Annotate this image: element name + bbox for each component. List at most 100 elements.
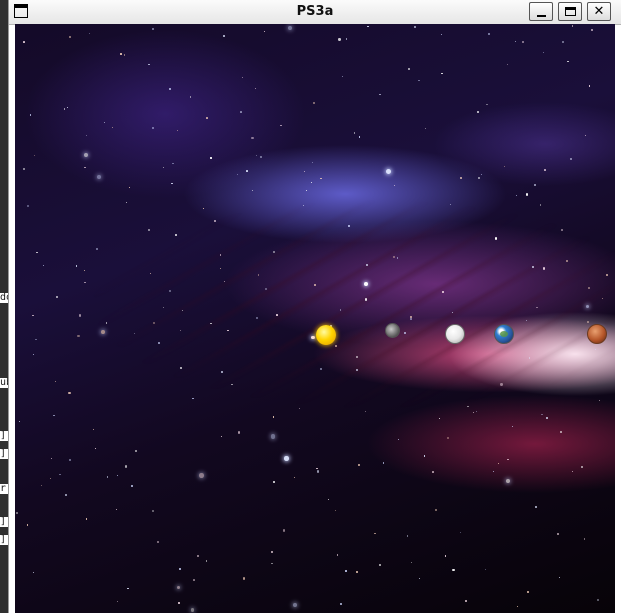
star xyxy=(586,304,590,308)
star xyxy=(581,466,583,468)
star xyxy=(594,348,596,350)
star xyxy=(112,126,113,128)
star xyxy=(231,383,233,386)
star xyxy=(78,314,81,317)
star xyxy=(431,471,434,474)
star xyxy=(407,67,410,70)
star xyxy=(364,282,368,286)
ps3a-window: PS3a ✕ xyxy=(8,0,621,613)
close-icon: ✕ xyxy=(593,4,605,19)
star xyxy=(397,438,399,440)
star xyxy=(302,204,304,206)
star xyxy=(83,152,88,158)
star xyxy=(272,416,275,418)
star xyxy=(569,157,572,160)
star xyxy=(588,287,590,289)
star xyxy=(358,463,360,466)
star xyxy=(344,570,347,572)
star xyxy=(116,600,118,602)
star xyxy=(237,431,240,434)
star xyxy=(240,111,242,113)
star xyxy=(364,410,366,412)
star xyxy=(206,117,208,119)
star xyxy=(544,168,546,171)
star xyxy=(335,344,337,347)
star xyxy=(219,254,222,256)
star xyxy=(172,162,174,165)
star xyxy=(347,224,350,227)
star xyxy=(410,318,412,320)
star xyxy=(193,579,195,581)
star xyxy=(103,121,105,124)
star xyxy=(222,34,225,37)
star xyxy=(505,479,510,483)
star xyxy=(190,608,194,612)
star xyxy=(120,53,122,55)
star xyxy=(273,480,275,483)
star xyxy=(338,38,341,41)
star xyxy=(276,314,278,316)
star xyxy=(33,154,35,156)
star xyxy=(320,177,322,179)
star xyxy=(49,478,51,480)
star xyxy=(571,25,574,27)
star xyxy=(220,435,223,437)
star xyxy=(284,456,289,461)
star xyxy=(557,532,559,535)
star xyxy=(33,571,35,573)
star xyxy=(213,220,216,223)
star xyxy=(606,273,608,276)
minimize-button[interactable] xyxy=(529,2,553,21)
star xyxy=(464,600,467,603)
star xyxy=(115,508,117,510)
close-button[interactable]: ✕ xyxy=(587,2,611,21)
star xyxy=(106,476,108,478)
star xyxy=(29,114,31,116)
star xyxy=(475,410,478,412)
star xyxy=(480,173,483,175)
star xyxy=(526,590,529,593)
star xyxy=(199,473,204,478)
star xyxy=(32,314,34,317)
star xyxy=(280,124,282,127)
star xyxy=(316,470,319,473)
star xyxy=(68,36,71,39)
minimize-icon xyxy=(536,14,546,17)
title-bar[interactable]: PS3a ✕ xyxy=(9,0,621,25)
simulation-canvas[interactable] xyxy=(15,24,615,613)
star xyxy=(101,330,105,334)
star xyxy=(587,321,589,323)
star xyxy=(179,366,182,369)
star xyxy=(77,334,80,337)
maximize-button[interactable] xyxy=(558,2,582,21)
star xyxy=(242,577,246,580)
star xyxy=(365,298,368,301)
star xyxy=(51,457,53,459)
star xyxy=(560,228,563,231)
star xyxy=(223,280,225,282)
star xyxy=(181,309,183,311)
star xyxy=(396,257,398,259)
star xyxy=(310,181,312,183)
star xyxy=(271,551,273,553)
star xyxy=(451,311,453,314)
star xyxy=(500,383,503,386)
star xyxy=(525,319,527,321)
star xyxy=(189,96,192,98)
star xyxy=(94,447,97,449)
star xyxy=(197,555,199,557)
star xyxy=(545,417,548,419)
star xyxy=(59,473,61,476)
star xyxy=(558,576,560,578)
star xyxy=(525,193,528,196)
star xyxy=(128,186,131,188)
star xyxy=(311,335,315,339)
star xyxy=(590,28,593,31)
star xyxy=(151,126,154,129)
star xyxy=(123,54,126,56)
star xyxy=(413,25,416,28)
star xyxy=(260,155,263,158)
star xyxy=(410,561,413,563)
star xyxy=(152,322,155,325)
star xyxy=(305,189,308,191)
